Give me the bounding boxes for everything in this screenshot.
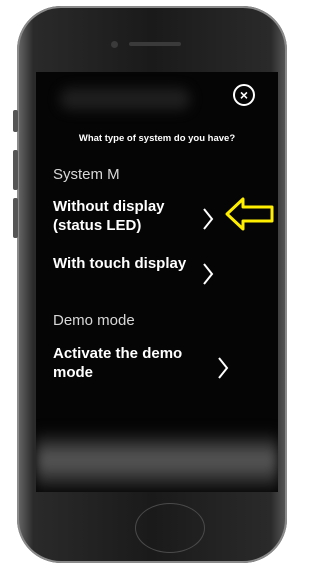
chevron-right-icon[interactable] (202, 207, 214, 231)
close-icon[interactable]: × (233, 84, 255, 106)
dialog-question: What type of system do you have? (78, 133, 236, 144)
option-activate-demo[interactable]: Activate the demo mode (53, 344, 203, 382)
blurred-header (60, 88, 190, 110)
blurred-footer (36, 432, 278, 492)
option-with-touch-display[interactable]: With touch display (53, 254, 203, 273)
arrow-left-icon (225, 197, 274, 231)
speaker-grille (129, 42, 181, 46)
phone-screen: × What type of system do you have? Syste… (36, 72, 278, 492)
home-button (135, 503, 205, 553)
chevron-right-icon[interactable] (202, 262, 214, 286)
phone-mockup: × What type of system do you have? Syste… (0, 0, 290, 569)
option-without-display[interactable]: Without display (status LED) (53, 197, 203, 235)
section-heading-demo-mode: Demo mode (53, 312, 135, 329)
section-heading-system-m: System M (53, 166, 120, 183)
phone-side-button (13, 150, 18, 190)
camera-icon (111, 41, 118, 48)
phone-side-button (13, 110, 18, 132)
chevron-right-icon[interactable] (217, 356, 229, 380)
phone-side-button (13, 198, 18, 238)
